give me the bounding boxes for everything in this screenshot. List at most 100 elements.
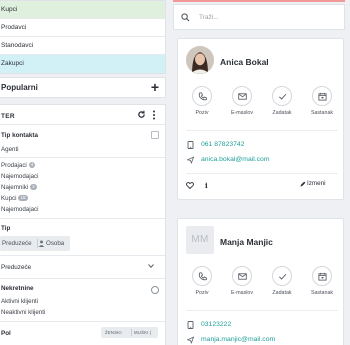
separator: |: [150, 330, 152, 335]
divider: [186, 173, 338, 174]
contact-name[interactable]: Manja Manjic: [220, 237, 273, 247]
edit-label: Izmeni: [307, 180, 326, 187]
gender-option-female[interactable]: ŽENSKI: [105, 327, 122, 338]
divider: [0, 321, 165, 322]
phone-icon: [198, 92, 207, 101]
divider: [0, 255, 165, 256]
mobile-icon: [187, 141, 194, 149]
category-item-zakupci[interactable]: Zakupci: [0, 55, 165, 73]
calendar-icon: [318, 272, 327, 281]
chevron-down-icon[interactable]: [148, 264, 154, 268]
type-label: Tip: [1, 225, 11, 232]
task-button[interactable]: Zadatak: [262, 86, 302, 120]
divider: [0, 157, 165, 158]
property-option-active[interactable]: Aktivni klijenti: [1, 298, 38, 305]
gender-option-male[interactable]: MUŠKI: [134, 327, 149, 338]
meeting-button-circle: [312, 86, 332, 106]
company-select[interactable]: Preduzeće: [1, 264, 31, 271]
call-label: Poziv: [195, 110, 209, 116]
task-label: Zadatak: [272, 110, 292, 116]
mobile-icon: [187, 321, 194, 329]
email-button-circle: [232, 266, 252, 286]
meeting-button[interactable]: Sastanak: [302, 266, 342, 300]
email-button-circle: [232, 86, 252, 106]
divider: [0, 278, 165, 279]
role-item[interactable]: Prodajaci 4: [1, 162, 36, 169]
email-button[interactable]: E-maslov: [222, 86, 262, 120]
meeting-button[interactable]: Sastanak: [302, 86, 342, 120]
radio-icon[interactable]: [151, 286, 159, 294]
role-item[interactable]: Kupci 18: [1, 195, 28, 202]
avatar: MM: [186, 226, 214, 254]
popular-label: Popularni: [1, 83, 38, 92]
top-accent-line: [173, 0, 345, 2]
category-item-stanodavci[interactable]: Stanodavci: [0, 37, 165, 55]
popular-section[interactable]: Popularni +: [0, 77, 166, 98]
email-button[interactable]: E-maslov: [222, 266, 262, 300]
role-item[interactable]: Najemodajaci: [1, 206, 39, 213]
info-icon[interactable]: i: [205, 181, 208, 190]
task-button-circle: [272, 86, 292, 106]
task-button[interactable]: Zadatak: [262, 266, 302, 300]
send-icon: [187, 336, 194, 344]
type-option-company[interactable]: Preduzeće: [2, 236, 32, 251]
count-badge: 3: [30, 184, 37, 191]
call-button-circle: [192, 86, 212, 106]
meeting-label: Sastanak: [310, 290, 334, 296]
divider: [186, 310, 338, 311]
email-value: manja.manjic@mail.com: [201, 336, 276, 343]
plus-icon[interactable]: +: [151, 79, 159, 95]
call-button[interactable]: Poziv: [182, 266, 222, 300]
gender-segmented-control: ŽENSKI MUŠKI |: [101, 327, 158, 338]
calendar-icon: [318, 92, 327, 101]
type-segmented-control: Preduzeće Osoba: [0, 236, 70, 251]
category-item-prodavci[interactable]: Prodavci: [0, 19, 165, 37]
heart-icon[interactable]: [186, 182, 194, 189]
task-button-circle: [272, 266, 292, 286]
divider: [0, 218, 165, 219]
property-option-inactive[interactable]: Neaktivni klijenti: [1, 309, 45, 316]
type-option-person[interactable]: Osoba: [46, 236, 64, 251]
task-label: Zadatak: [272, 290, 292, 296]
role-item[interactable]: Najemodajaci: [1, 173, 39, 180]
call-button-circle: [192, 266, 212, 286]
pencil-icon: [300, 181, 306, 187]
check-icon: [279, 273, 287, 280]
kebab-menu-icon[interactable]: [152, 110, 156, 120]
contact-type-option[interactable]: Agenti: [1, 146, 19, 153]
count-badge: 18: [18, 195, 28, 202]
call-label: Poziv: [195, 290, 209, 296]
category-list: Kupci Prodavci Stanodavci Zakupci: [0, 0, 166, 74]
send-icon: [187, 156, 194, 164]
phone-value: 061 87823742: [201, 141, 245, 148]
checkbox-icon[interactable]: [151, 131, 159, 139]
person-icon: [38, 240, 45, 247]
role-item[interactable]: Najemniki 3: [1, 184, 37, 191]
mail-icon: [238, 273, 247, 280]
contact-actions: Poziv E-maslov Zadatak Sastanak: [178, 266, 345, 300]
contact-card[interactable]: MM Manja Manjic Poziv E-maslov Zadatak S…: [177, 218, 344, 345]
phone-value: 03123222: [201, 321, 232, 328]
avatar: [186, 46, 214, 74]
divider: [186, 130, 338, 131]
search-input[interactable]: [199, 11, 339, 24]
search-bar: [173, 4, 345, 30]
contact-actions: Poziv E-maslov Zadatak Sastanak: [178, 86, 345, 120]
email-label: E-maslov: [230, 110, 254, 116]
call-button[interactable]: Poziv: [182, 86, 222, 120]
gender-label: Pol: [1, 330, 11, 337]
contact-card[interactable]: Anica Bokal Poziv E-maslov Zadatak Sasta…: [177, 38, 344, 200]
phone-icon: [198, 272, 207, 281]
left-panel: Kupci Prodavci Stanodavci Zakupci Popula…: [0, 0, 166, 345]
search-icon: [181, 13, 190, 22]
property-label: Nekretnine: [1, 285, 34, 292]
meeting-label: Sastanak: [310, 110, 334, 116]
contact-name[interactable]: Anica Bokal: [220, 57, 269, 67]
category-item-kupci[interactable]: Kupci: [0, 1, 165, 19]
email-label: E-maslov: [230, 290, 254, 296]
count-badge: 4: [28, 162, 36, 169]
contact-type-label: Tip kontakta: [1, 132, 38, 139]
edit-button[interactable]: Izmeni: [300, 180, 326, 187]
reset-icon[interactable]: [137, 110, 146, 119]
check-icon: [279, 93, 287, 100]
